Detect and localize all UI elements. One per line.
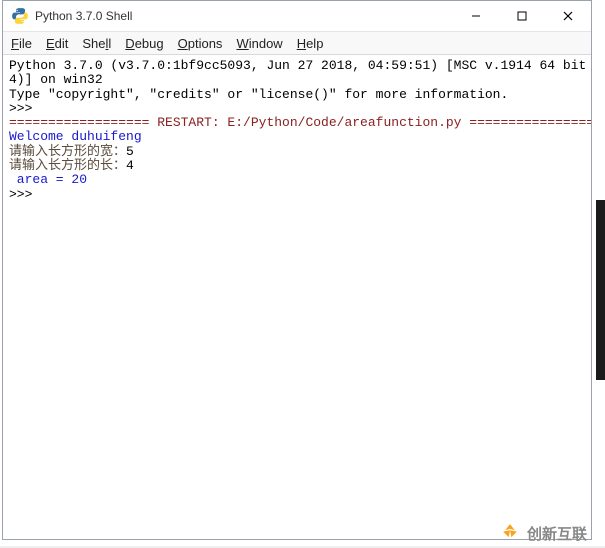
maximize-button[interactable] bbox=[499, 1, 545, 31]
menu-debug[interactable]: Debug bbox=[125, 36, 163, 51]
window-title: Python 3.7.0 Shell bbox=[35, 9, 453, 23]
input-width-value: 5 bbox=[126, 144, 134, 159]
shell-content[interactable]: Python 3.7.0 (v3.7.0:1bf9cc5093, Jun 27 … bbox=[3, 55, 591, 539]
watermark-icon bbox=[499, 522, 521, 544]
python-shell-window: Python 3.7.0 Shell File Edit Shell Debug… bbox=[2, 0, 592, 540]
banner-line-1: Python 3.7.0 (v3.7.0:1bf9cc5093, Jun 27 … bbox=[9, 58, 591, 73]
watermark-text: 创新互联 bbox=[527, 523, 587, 544]
input-width-label: 请输入长方形的宽： bbox=[9, 144, 126, 159]
menu-window[interactable]: Window bbox=[236, 36, 282, 51]
menu-options[interactable]: Options bbox=[178, 36, 223, 51]
menu-file[interactable]: File bbox=[11, 36, 32, 51]
banner-line-3: Type "copyright", "credits" or "license(… bbox=[9, 87, 508, 102]
prompt-cursor: >>> bbox=[9, 187, 40, 202]
close-button[interactable] bbox=[545, 1, 591, 31]
menu-help[interactable]: Help bbox=[297, 36, 324, 51]
minimize-button[interactable] bbox=[453, 1, 499, 31]
menubar: File Edit Shell Debug Options Window Hel… bbox=[3, 32, 591, 55]
area-output: area = 20 bbox=[9, 172, 87, 187]
banner-line-2: 4)] on win32 bbox=[9, 72, 103, 87]
welcome-line: Welcome duhuifeng bbox=[9, 129, 142, 144]
right-dark-strip bbox=[596, 200, 605, 380]
input-length-label: 请输入长方形的长： bbox=[9, 158, 126, 173]
menu-edit[interactable]: Edit bbox=[46, 36, 68, 51]
watermark: 创新互联 bbox=[499, 522, 587, 544]
titlebar[interactable]: Python 3.7.0 Shell bbox=[3, 1, 591, 32]
input-length-value: 4 bbox=[126, 158, 134, 173]
prompt: >>> bbox=[9, 101, 40, 116]
python-icon bbox=[11, 7, 29, 25]
menu-shell[interactable]: Shell bbox=[82, 36, 111, 51]
restart-line: ================== RESTART: E:/Python/Co… bbox=[9, 115, 591, 130]
